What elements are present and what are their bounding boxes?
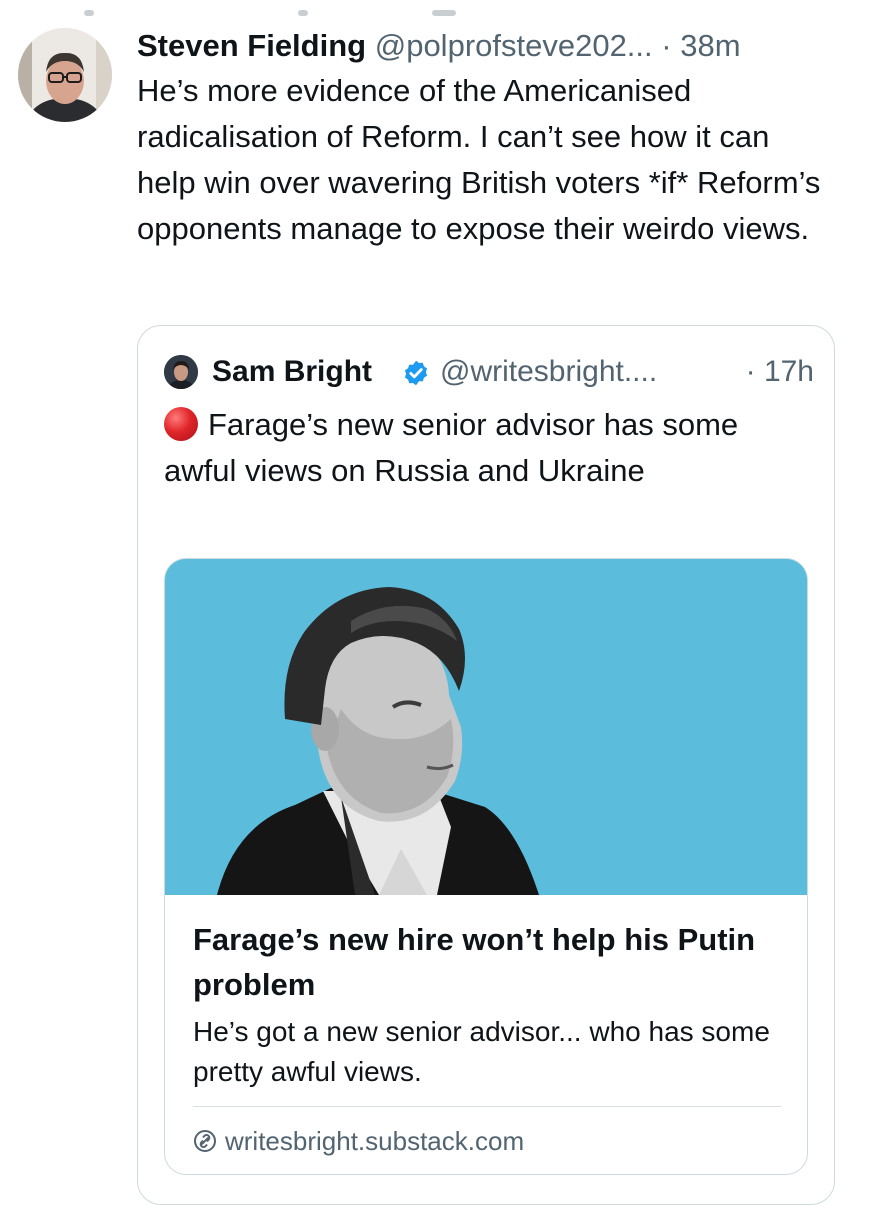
red-circle-emoji	[164, 407, 198, 441]
author-avatar[interactable]	[18, 28, 112, 122]
article-title[interactable]: Farage’s new hire won’t help his Putin p…	[193, 917, 783, 1007]
quoted-post-text-content: Farage’s new senior advisor has some awf…	[164, 407, 739, 488]
article-description: He’s got a new senior advisor... who has…	[193, 1016, 770, 1087]
quoted-author-avatar[interactable]	[164, 355, 198, 389]
link-card-divider	[193, 1106, 781, 1107]
meta-separator: ·	[745, 355, 756, 388]
verified-badge-icon	[404, 360, 428, 386]
quoted-post-text: Farage’s new senior advisor has some awf…	[164, 402, 804, 494]
post-text: He’s more evidence of the Americanised r…	[137, 73, 830, 246]
link-preview-card[interactable]: Farage’s new hire won’t help his Putin p…	[164, 558, 808, 1175]
author-handle[interactable]: @polprofsteve202...	[375, 28, 653, 63]
article-photo	[165, 559, 807, 895]
meta-separator: ·	[661, 28, 672, 63]
previous-post-cutoff	[0, 0, 871, 22]
post-header: Steven Fielding @polprofsteve202... · 38…	[137, 26, 837, 66]
quoted-author-handle[interactable]: @writesbright....	[440, 352, 657, 392]
profile-photo	[164, 355, 198, 389]
quoted-post-header: Sam Bright @writesbright.... · 17h	[164, 352, 814, 392]
profile-photo	[18, 28, 112, 122]
quoted-author-name[interactable]: Sam Bright	[212, 352, 372, 392]
author-name[interactable]: Steven Fielding	[137, 28, 366, 63]
quoted-post-timestamp[interactable]: · 17h	[746, 352, 814, 392]
quoted-time-value: 17h	[763, 355, 814, 388]
article-domain-text: writesbright.substack.com	[225, 1126, 525, 1156]
quoted-post[interactable]: Sam Bright @writesbright.... · 17h Farag…	[137, 325, 835, 1205]
article-image[interactable]	[165, 559, 807, 895]
post-timestamp[interactable]: 38m	[680, 28, 740, 63]
link-icon	[194, 1130, 216, 1152]
post-body: Steven Fielding @polprofsteve202... · 38…	[137, 26, 837, 252]
